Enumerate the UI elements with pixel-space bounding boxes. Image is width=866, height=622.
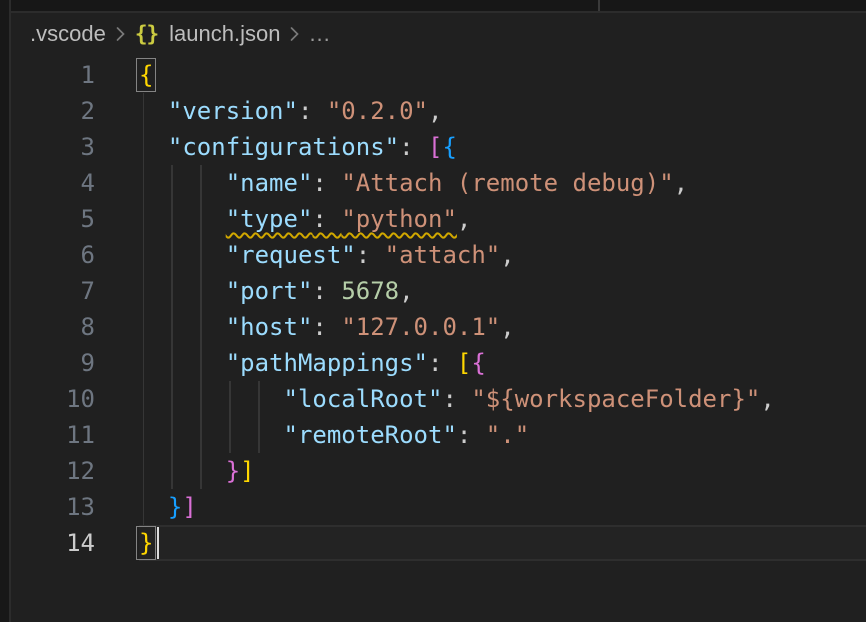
indent-guide xyxy=(229,417,231,453)
indent-guide xyxy=(200,417,202,453)
indent-guide xyxy=(171,309,173,345)
code-line[interactable]: 2 "version": "0.2.0", xyxy=(0,93,866,129)
indent-guide xyxy=(200,273,202,309)
vscode-editor-window: .vscode {} launch.json ... 1{2 "version"… xyxy=(0,0,866,622)
code-line[interactable]: 3 "configurations": [{ xyxy=(0,129,866,165)
indent-guide xyxy=(143,129,145,165)
code-line[interactable]: 9 "pathMappings": [{ xyxy=(0,345,866,381)
code-line[interactable]: 12 }] xyxy=(0,453,866,489)
indent-guide xyxy=(143,93,145,129)
bracket-match: } xyxy=(139,529,153,557)
chevron-right-icon xyxy=(116,26,125,42)
tab-separator xyxy=(598,0,600,11)
indent-guide xyxy=(171,345,173,381)
line-number[interactable]: 5 xyxy=(0,201,95,237)
chevron-right-icon xyxy=(290,26,299,42)
code-line-text[interactable]: }] xyxy=(139,489,866,525)
indent-guide xyxy=(171,273,173,309)
indent-guide xyxy=(171,453,173,489)
line-number[interactable]: 14 xyxy=(0,525,95,561)
line-number[interactable]: 10 xyxy=(0,381,95,417)
indent-guide xyxy=(200,165,202,201)
indent-guide xyxy=(258,417,260,453)
indent-guide xyxy=(143,381,145,417)
code-line[interactable]: 5 "type": "python", xyxy=(0,201,866,237)
code-line-text[interactable]: } xyxy=(139,525,866,561)
code-line-text[interactable]: "remoteRoot": "." xyxy=(139,417,866,453)
indent-guide xyxy=(143,417,145,453)
code-line-text[interactable]: "name": "Attach (remote debug)", xyxy=(139,165,866,201)
code-line[interactable]: 14} xyxy=(0,525,866,561)
code-editor[interactable]: 1{2 "version": "0.2.0",3 "configurations… xyxy=(0,57,866,561)
indent-guide xyxy=(143,165,145,201)
json-braces-icon: {} xyxy=(135,22,158,46)
code-line-text[interactable]: }] xyxy=(139,453,866,489)
indent-guide xyxy=(171,201,173,237)
indent-guide xyxy=(200,237,202,273)
code-line[interactable]: 8 "host": "127.0.0.1", xyxy=(0,309,866,345)
line-number[interactable]: 4 xyxy=(0,165,95,201)
warning-squiggle: "type": "python" xyxy=(226,205,457,233)
indent-guide xyxy=(143,309,145,345)
indent-guide xyxy=(200,381,202,417)
code-line[interactable]: 1{ xyxy=(0,57,866,93)
indent-guide xyxy=(258,381,260,417)
indent-guide xyxy=(143,453,145,489)
line-number[interactable]: 1 xyxy=(0,57,95,93)
code-line-text[interactable]: "request": "attach", xyxy=(139,237,866,273)
indent-guide xyxy=(143,237,145,273)
indent-guide xyxy=(171,381,173,417)
breadcrumb-item-file[interactable]: launch.json xyxy=(169,21,280,47)
indent-guide xyxy=(171,417,173,453)
breadcrumb: .vscode {} launch.json ... xyxy=(30,15,331,53)
code-line[interactable]: 4 "name": "Attach (remote debug)", xyxy=(0,165,866,201)
indent-guide xyxy=(171,237,173,273)
indent-guide xyxy=(143,201,145,237)
indent-guide xyxy=(229,381,231,417)
indent-guide xyxy=(200,345,202,381)
code-line-text[interactable]: "type": "python", xyxy=(139,201,866,237)
text-cursor xyxy=(157,527,160,559)
code-line[interactable]: 11 "remoteRoot": "." xyxy=(0,417,866,453)
line-number[interactable]: 11 xyxy=(0,417,95,453)
indent-guide xyxy=(143,345,145,381)
code-line[interactable]: 7 "port": 5678, xyxy=(0,273,866,309)
line-number[interactable]: 13 xyxy=(0,489,95,525)
line-number[interactable]: 6 xyxy=(0,237,95,273)
code-line[interactable]: 6 "request": "attach", xyxy=(0,237,866,273)
code-line-text[interactable]: "version": "0.2.0", xyxy=(139,93,866,129)
code-line[interactable]: 10 "localRoot": "${workspaceFolder}", xyxy=(0,381,866,417)
line-number[interactable]: 7 xyxy=(0,273,95,309)
code-line-text[interactable]: "localRoot": "${workspaceFolder}", xyxy=(139,381,866,417)
code-line[interactable]: 13 }] xyxy=(0,489,866,525)
breadcrumb-item-folder[interactable]: .vscode xyxy=(30,21,106,47)
breadcrumb-item-symbols[interactable]: ... xyxy=(309,21,330,47)
line-number[interactable]: 2 xyxy=(0,93,95,129)
code-line-text[interactable]: "configurations": [{ xyxy=(139,129,866,165)
code-line-text[interactable]: "host": "127.0.0.1", xyxy=(139,309,866,345)
line-number[interactable]: 9 xyxy=(0,345,95,381)
line-number[interactable]: 12 xyxy=(0,453,95,489)
indent-guide xyxy=(143,273,145,309)
indent-guide xyxy=(171,165,173,201)
line-number[interactable]: 8 xyxy=(0,309,95,345)
code-line-text[interactable]: { xyxy=(139,57,866,93)
bracket-match: { xyxy=(139,61,153,89)
tab-bar-edge xyxy=(0,0,866,13)
line-number[interactable]: 3 xyxy=(0,129,95,165)
indent-guide xyxy=(200,309,202,345)
indent-guide xyxy=(143,489,145,525)
code-line-text[interactable]: "port": 5678, xyxy=(139,273,866,309)
indent-guide xyxy=(200,201,202,237)
code-line-text[interactable]: "pathMappings": [{ xyxy=(139,345,866,381)
indent-guide xyxy=(200,453,202,489)
